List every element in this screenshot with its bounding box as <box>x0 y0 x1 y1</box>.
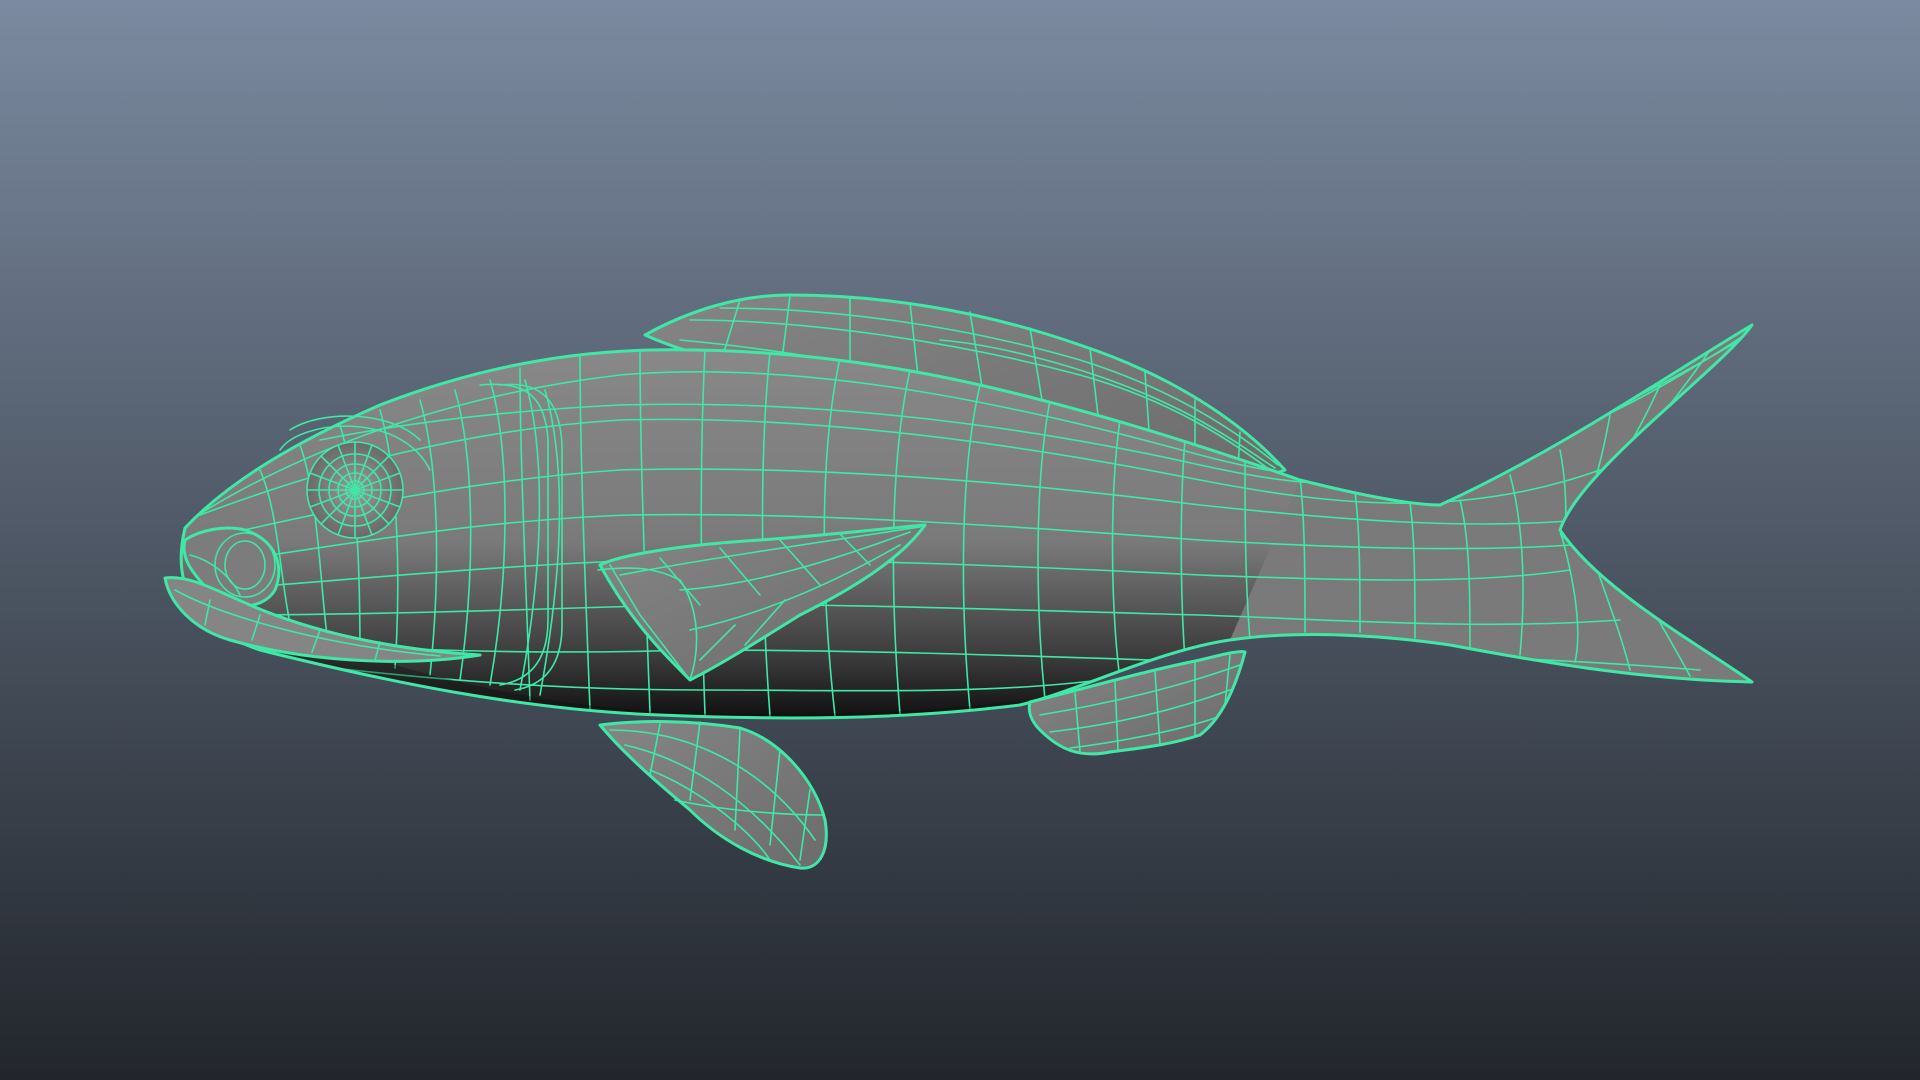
pelvic-fin[interactable] <box>598 720 828 870</box>
fish-body[interactable] <box>179 323 1754 730</box>
3d-viewport[interactable] <box>0 0 1920 1080</box>
fish-model[interactable] <box>163 293 1754 870</box>
viewport-scene[interactable] <box>0 0 1920 1080</box>
